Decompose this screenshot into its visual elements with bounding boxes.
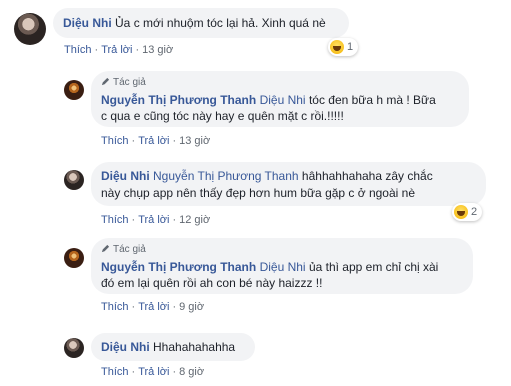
comment-time[interactable]: 9 giờ [179,301,204,313]
pencil-icon [101,77,110,86]
comment-text: tóc đen bữa h mà ! Bữa [308,93,436,107]
haha-emoji-icon [330,40,344,54]
comment-actions: Thích · Trả lời · 8 giờ [101,366,205,378]
reply-link[interactable]: Trả lời [138,135,169,147]
mention-tag[interactable]: Nguyễn Thị Phương Thanh [153,169,299,183]
comment-text: này chụp app nên thấy đẹp hơn hum bữa gặ… [101,186,415,200]
avatar[interactable] [64,248,84,268]
comment-time[interactable]: 8 giờ [179,366,204,378]
avatar[interactable] [64,80,84,100]
haha-emoji-icon [454,205,468,219]
comment-bubble: Tác giả Nguyễn Thị Phương Thanh Diệu Nhi… [91,238,473,294]
like-link[interactable]: Thích [64,44,92,56]
comment-bubble: Diệu Nhi Ủa c mới nhuộm tóc lại hả. Xinh… [53,8,349,38]
reply-link[interactable]: Trả lời [138,214,169,226]
comment-actions: Thích · Trả lời · 13 giờ [64,44,174,56]
comment-author[interactable]: Diệu Nhi [101,169,150,183]
comment-bubble: Diệu Nhi Nguyễn Thị Phương Thanh hâhhahh… [91,162,486,206]
reply-link[interactable]: Trả lời [138,301,169,313]
comment-author[interactable]: Nguyễn Thị Phương Thanh [101,93,256,107]
comment-bubble: Tác giả Nguyễn Thị Phương Thanh Diệu Nhi… [91,71,469,127]
comment-time[interactable]: 13 giờ [142,44,173,56]
comment-bubble: Diệu Nhi Hhahahahahha [91,333,255,361]
reaction-count[interactable]: 1 [328,38,359,56]
comment-text: ủa thì app em chỉ chị xài [308,260,439,274]
comment-author[interactable]: Nguyễn Thị Phương Thanh [101,260,256,274]
like-link[interactable]: Thích [101,301,129,313]
like-link[interactable]: Thích [101,366,129,378]
comment-text: c qua e cũng tóc này hay e quên mặt c rồ… [101,109,344,123]
pencil-icon [101,244,110,253]
like-link[interactable]: Thích [101,214,129,226]
comment-text: đó em lại quên rồi ah con bé này haizzz … [101,276,323,290]
comment-author[interactable]: Diệu Nhi [101,340,150,354]
comment-author[interactable]: Diệu Nhi [63,16,112,30]
like-link[interactable]: Thích [101,135,129,147]
mention-tag[interactable]: Diệu Nhi [260,93,306,107]
mention-tag[interactable]: Diệu Nhi [260,260,306,274]
comment-actions: Thích · Trả lời · 13 giờ [101,135,211,147]
comment-actions: Thích · Trả lời · 12 giờ [101,214,211,226]
comment-actions: Thích · Trả lời · 9 giờ [101,301,205,313]
comment-text: Hhahahahahha [153,340,236,354]
avatar[interactable] [64,338,84,358]
author-badge: Tác giả [101,243,146,256]
comment-text: hâhhahhahaha zây chắc [301,169,433,183]
comment-time[interactable]: 13 giờ [179,135,210,147]
comment-text: Ủa c mới nhuộm tóc lại hả. Xinh quá nè [115,16,326,30]
reply-link[interactable]: Trả lời [101,44,132,56]
avatar[interactable] [64,170,84,190]
reply-link[interactable]: Trả lời [138,366,169,378]
author-badge: Tác giả [101,76,146,89]
reaction-count[interactable]: 2 [452,203,483,221]
comment-time[interactable]: 12 giờ [179,214,210,226]
avatar[interactable] [14,13,46,45]
